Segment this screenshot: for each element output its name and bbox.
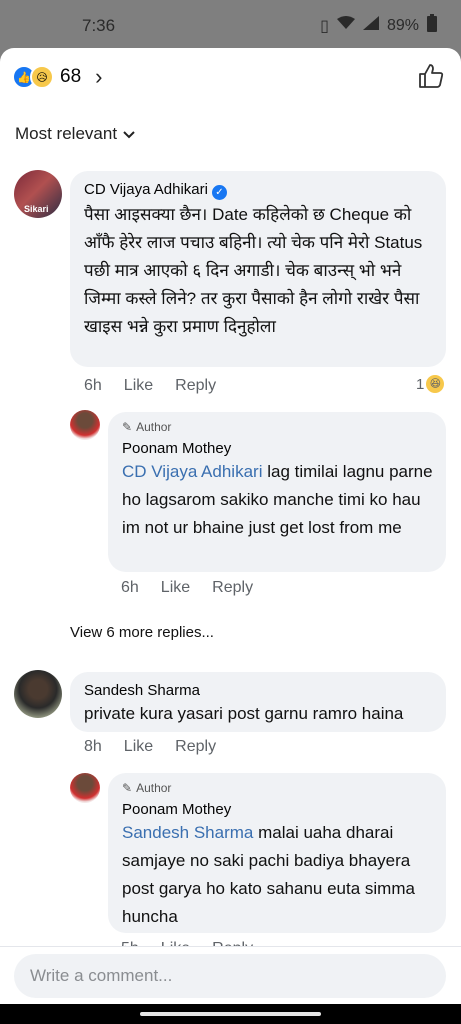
comment-text: private kura yasari post garnu ramro hai… — [84, 704, 404, 723]
avatar[interactable] — [70, 410, 100, 440]
comment-actions: 6h Like Reply — [84, 377, 216, 395]
reply-bubble[interactable]: ✎ Author Poonam Mothey Sandesh Sharma ma… — [108, 773, 446, 933]
commenter-name[interactable]: Poonam Mothey — [122, 801, 231, 818]
comment-placeholder: Write a comment... — [30, 966, 173, 985]
comment-text: पैसा आइसक्या छैन। Date कहिलेको छ Cheque … — [84, 205, 423, 336]
reply-button[interactable]: Reply — [212, 579, 253, 597]
reaction-count: 68 — [60, 66, 82, 87]
avatar[interactable] — [70, 773, 100, 803]
vibrate-icon: ▯ — [320, 17, 329, 35]
reply-actions: 6h Like Reply — [121, 579, 253, 597]
reaction-icons: 👍 😥 — [12, 65, 54, 89]
like-post-button[interactable] — [417, 62, 447, 92]
comment-time: 6h — [121, 579, 139, 596]
status-bar: 7:36 ▯ 89% — [0, 0, 461, 48]
status-icons: ▯ 89% — [320, 14, 437, 37]
reactions-row[interactable]: 👍 😥 68 › — [12, 62, 447, 92]
wifi-icon — [336, 16, 355, 35]
reaction-count: 1 — [416, 375, 425, 393]
signal-icon — [362, 16, 379, 35]
battery-icon — [427, 14, 437, 37]
pencil-icon: ✎ — [122, 781, 133, 795]
comment-actions: 8h Like Reply — [84, 738, 216, 756]
reply-text: CD Vijaya Adhikari lag timilai lagnu par… — [122, 458, 434, 542]
comment-time: 8h — [84, 738, 102, 755]
author-tag-label: Author — [136, 420, 172, 434]
comment-bubble[interactable]: Sandesh Sharma private kura yasari post … — [70, 672, 446, 732]
status-time: 7:36 — [82, 16, 116, 35]
reply-button[interactable]: Reply — [175, 377, 216, 395]
author-badge: ✎ Author — [122, 781, 171, 795]
author-tag-label: Author — [136, 781, 172, 795]
sad-reaction-icon: 😥 — [30, 65, 54, 89]
commenter-name[interactable]: CD Vijaya Adhikari — [84, 181, 208, 198]
like-button[interactable]: Like — [124, 377, 153, 395]
avatar[interactable]: Sikari — [14, 170, 62, 218]
reply-bubble[interactable]: ✎ Author Poonam Mothey CD Vijaya Adhikar… — [108, 412, 446, 572]
battery-percent: 89% — [386, 16, 419, 34]
chevron-right-icon[interactable]: › — [95, 64, 102, 90]
system-nav-bar — [0, 1004, 461, 1024]
avatar[interactable] — [14, 670, 62, 718]
comment-bubble[interactable]: CD Vijaya Adhikari ✓ पैसा आइसक्या छैन। Da… — [70, 171, 446, 367]
home-gesture-handle[interactable] — [140, 1012, 321, 1016]
chevron-down-icon — [123, 124, 135, 144]
sort-label: Most relevant — [15, 124, 118, 143]
commenter-name[interactable]: Sandesh Sharma — [84, 682, 200, 699]
view-more-replies[interactable]: View 6 more replies... — [70, 624, 214, 641]
reply-button[interactable]: Reply — [175, 738, 216, 756]
sort-dropdown[interactable]: Most relevant — [15, 124, 135, 144]
pencil-icon: ✎ — [122, 420, 133, 434]
comment-reactions[interactable]: 1 😆 — [416, 375, 445, 393]
comment-time: 6h — [84, 377, 102, 394]
avatar-label: Sikari — [24, 204, 49, 214]
laughing-emoji-icon: 😆 — [426, 375, 445, 393]
author-badge: ✎ Author — [122, 420, 171, 434]
like-button[interactable]: Like — [161, 579, 190, 597]
mention-link[interactable]: CD Vijaya Adhikari — [122, 462, 262, 481]
verified-icon: ✓ — [211, 185, 227, 200]
commenter-name[interactable]: Poonam Mothey — [122, 440, 231, 457]
comment-input[interactable]: Write a comment... — [14, 954, 446, 998]
reply-text: Sandesh Sharma malai uaha dharai samjaye… — [122, 819, 434, 931]
comments-sheet: 👍 😥 68 › Most relevant Sikari CD Vijaya … — [0, 48, 461, 1014]
like-button[interactable]: Like — [124, 738, 153, 756]
mention-link[interactable]: Sandesh Sharma — [122, 823, 253, 842]
thumbs-up-icon — [419, 64, 444, 88]
